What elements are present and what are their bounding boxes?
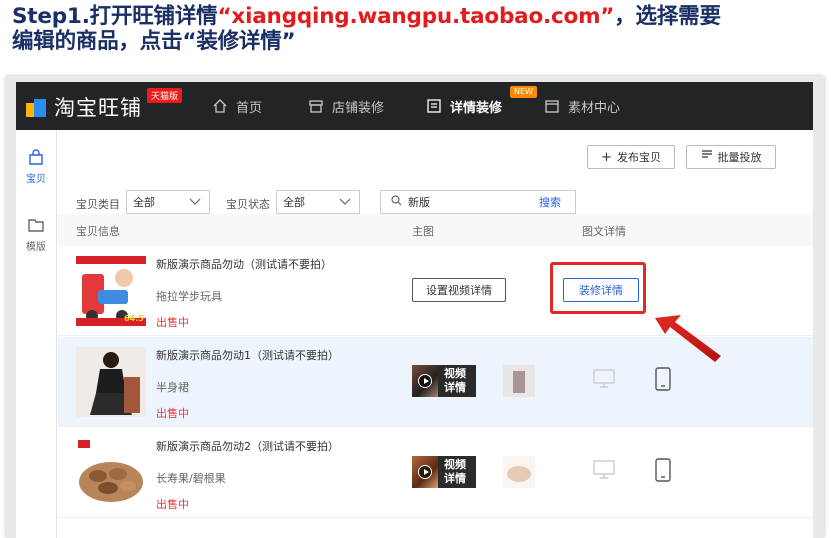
headline-line-1: Step1.打开旺铺详情“xiangqing.wangpu.taobao.com… [12,4,822,29]
sidebar-item-label: 宝贝 [26,174,46,185]
headline-line-2: 编辑的商品，点击“装修详情” [12,29,296,54]
detail-icon [426,98,442,114]
price-tag: 64.5 [124,314,144,323]
nav-shop-label: 店铺装修 [332,100,385,116]
video-label-line-2: 详情 [444,381,466,394]
publish-label: 发布宝贝 [616,151,661,164]
desktop-icon[interactable] [593,369,615,393]
template-folder-icon [16,216,56,234]
headline-suffix: ，选择需要 [614,4,721,29]
plus-icon: + [601,149,612,165]
video-label-line-2: 详情 [444,472,466,485]
batch-deploy-button[interactable]: 批量投放 [686,145,776,169]
search-input[interactable]: 新版 [408,194,430,210]
search-box[interactable]: 新版 搜索 [380,190,576,214]
desktop-icon[interactable] [593,460,615,484]
screenshot-frame: 淘宝旺铺 天猫版 首页 店铺装修 详情装修 NEW 素材中心 宝贝 模版 + 发… [6,76,824,538]
product-subtitle: 拖拉学步玩具 [156,290,222,303]
headline-prefix: Step1.打开旺铺详情 [12,4,218,29]
product-title[interactable]: 新版演示商品勿动1（测试请不要拍） [156,347,339,363]
main-image-thumbnail[interactable] [503,365,535,397]
video-preview-image [412,456,438,488]
video-detail-label: 视频 详情 [444,458,466,486]
video-detail-thumbnail[interactable]: 视频 详情 [412,365,476,397]
status-filter-label: 宝贝状态 [226,198,270,211]
table-row: 64.5 新版演示商品勿动（测试请不要拍） 拖拉学步玩具 出售中 设置视频详情 … [58,246,813,336]
mobile-icon[interactable] [655,458,671,486]
search-icon [391,195,402,209]
video-label-line-1: 视频 [444,367,466,380]
main-image-thumbnail[interactable] [503,456,535,488]
video-detail-label: 视频 详情 [444,367,466,395]
column-header-detail: 图文详情 [582,225,626,238]
headline-url: “xiangqing.wangpu.taobao.com” [217,4,615,29]
nav-detail-label: 详情装修 [450,100,503,116]
nav-material-label: 素材中心 [568,100,621,116]
product-subtitle: 半身裙 [156,381,189,394]
batch-label: 批量投放 [717,151,762,164]
new-badge: NEW [510,86,537,98]
play-icon [418,465,432,479]
status-badge: 出售中 [156,316,189,329]
product-title[interactable]: 新版演示商品勿动（测试请不要拍） [156,256,332,272]
nav-detail-decoration[interactable]: 详情装修 [426,82,502,130]
video-detail-thumbnail[interactable]: 视频 详情 [412,456,476,488]
table-row: 新版演示商品勿动2（测试请不要拍） 长寿果/碧根果 出售中 视频 详情 [58,428,813,518]
mobile-icon[interactable] [655,367,671,395]
sidebar-item-templates[interactable]: 模版 [16,216,56,253]
category-filter-label: 宝贝类目 [76,198,120,211]
logo-mark-icon [26,97,48,117]
status-select[interactable]: 全部 [276,190,360,214]
status-badge: 出售中 [156,407,189,420]
main-content: + 发布宝贝 批量投放 宝贝类目 全部 宝贝状态 全部 新版 搜索 宝贝信息 主… [58,130,813,538]
list-icon [701,149,713,165]
video-label-line-1: 视频 [444,458,466,471]
sidebar-item-products[interactable]: 宝贝 [16,148,56,185]
chevron-down-icon [189,197,201,210]
nav-home-label: 首页 [236,100,263,116]
product-subtitle: 长寿果/碧根果 [156,472,226,485]
play-icon [418,374,432,388]
status-badge: 出售中 [156,498,189,511]
decorate-detail-button[interactable]: 装修详情 [563,278,639,302]
nav-shop-decoration[interactable]: 店铺装修 [308,82,384,130]
column-header-product-info: 宝贝信息 [76,225,120,238]
product-thumbnail-skirt[interactable] [76,347,146,417]
search-button[interactable]: 搜索 [539,194,561,210]
category-select-value: 全部 [133,196,155,209]
table-row: 新版演示商品勿动1（测试请不要拍） 半身裙 出售中 视频 详情 [58,337,813,427]
table-header: 宝贝信息 主图 图文详情 [58,214,813,246]
nav-material-center[interactable]: 素材中心 [544,82,620,130]
product-thumbnail-nuts[interactable] [76,438,146,508]
publish-product-button[interactable]: + 发布宝贝 [587,145,675,169]
product-title[interactable]: 新版演示商品勿动2（测试请不要拍） [156,438,339,454]
tutorial-headline: Step1.打开旺铺详情“xiangqing.wangpu.taobao.com… [12,4,822,54]
wangpu-logo[interactable]: 淘宝旺铺 [26,94,142,120]
bag-icon [16,148,56,166]
chevron-down-icon [339,197,351,210]
wangpu-app: 淘宝旺铺 天猫版 首页 店铺装修 详情装修 NEW 素材中心 宝贝 模版 + 发… [16,82,813,538]
column-header-main-image: 主图 [412,225,434,238]
nav-home[interactable]: 首页 [212,82,262,130]
top-nav-bar: 淘宝旺铺 天猫版 首页 店铺装修 详情装修 NEW 素材中心 [16,82,813,130]
shop-icon [308,98,324,114]
status-select-value: 全部 [283,196,305,209]
left-sidebar: 宝贝 模版 [16,130,57,538]
logo-text: 淘宝旺铺 [54,96,142,120]
tmall-edition-badge: 天猫版 [147,88,183,103]
folder-icon [544,98,560,114]
video-preview-image [412,365,438,397]
sidebar-item-label: 模版 [26,242,46,253]
home-icon [212,98,228,114]
set-video-detail-button[interactable]: 设置视频详情 [412,278,506,302]
category-select[interactable]: 全部 [126,190,210,214]
